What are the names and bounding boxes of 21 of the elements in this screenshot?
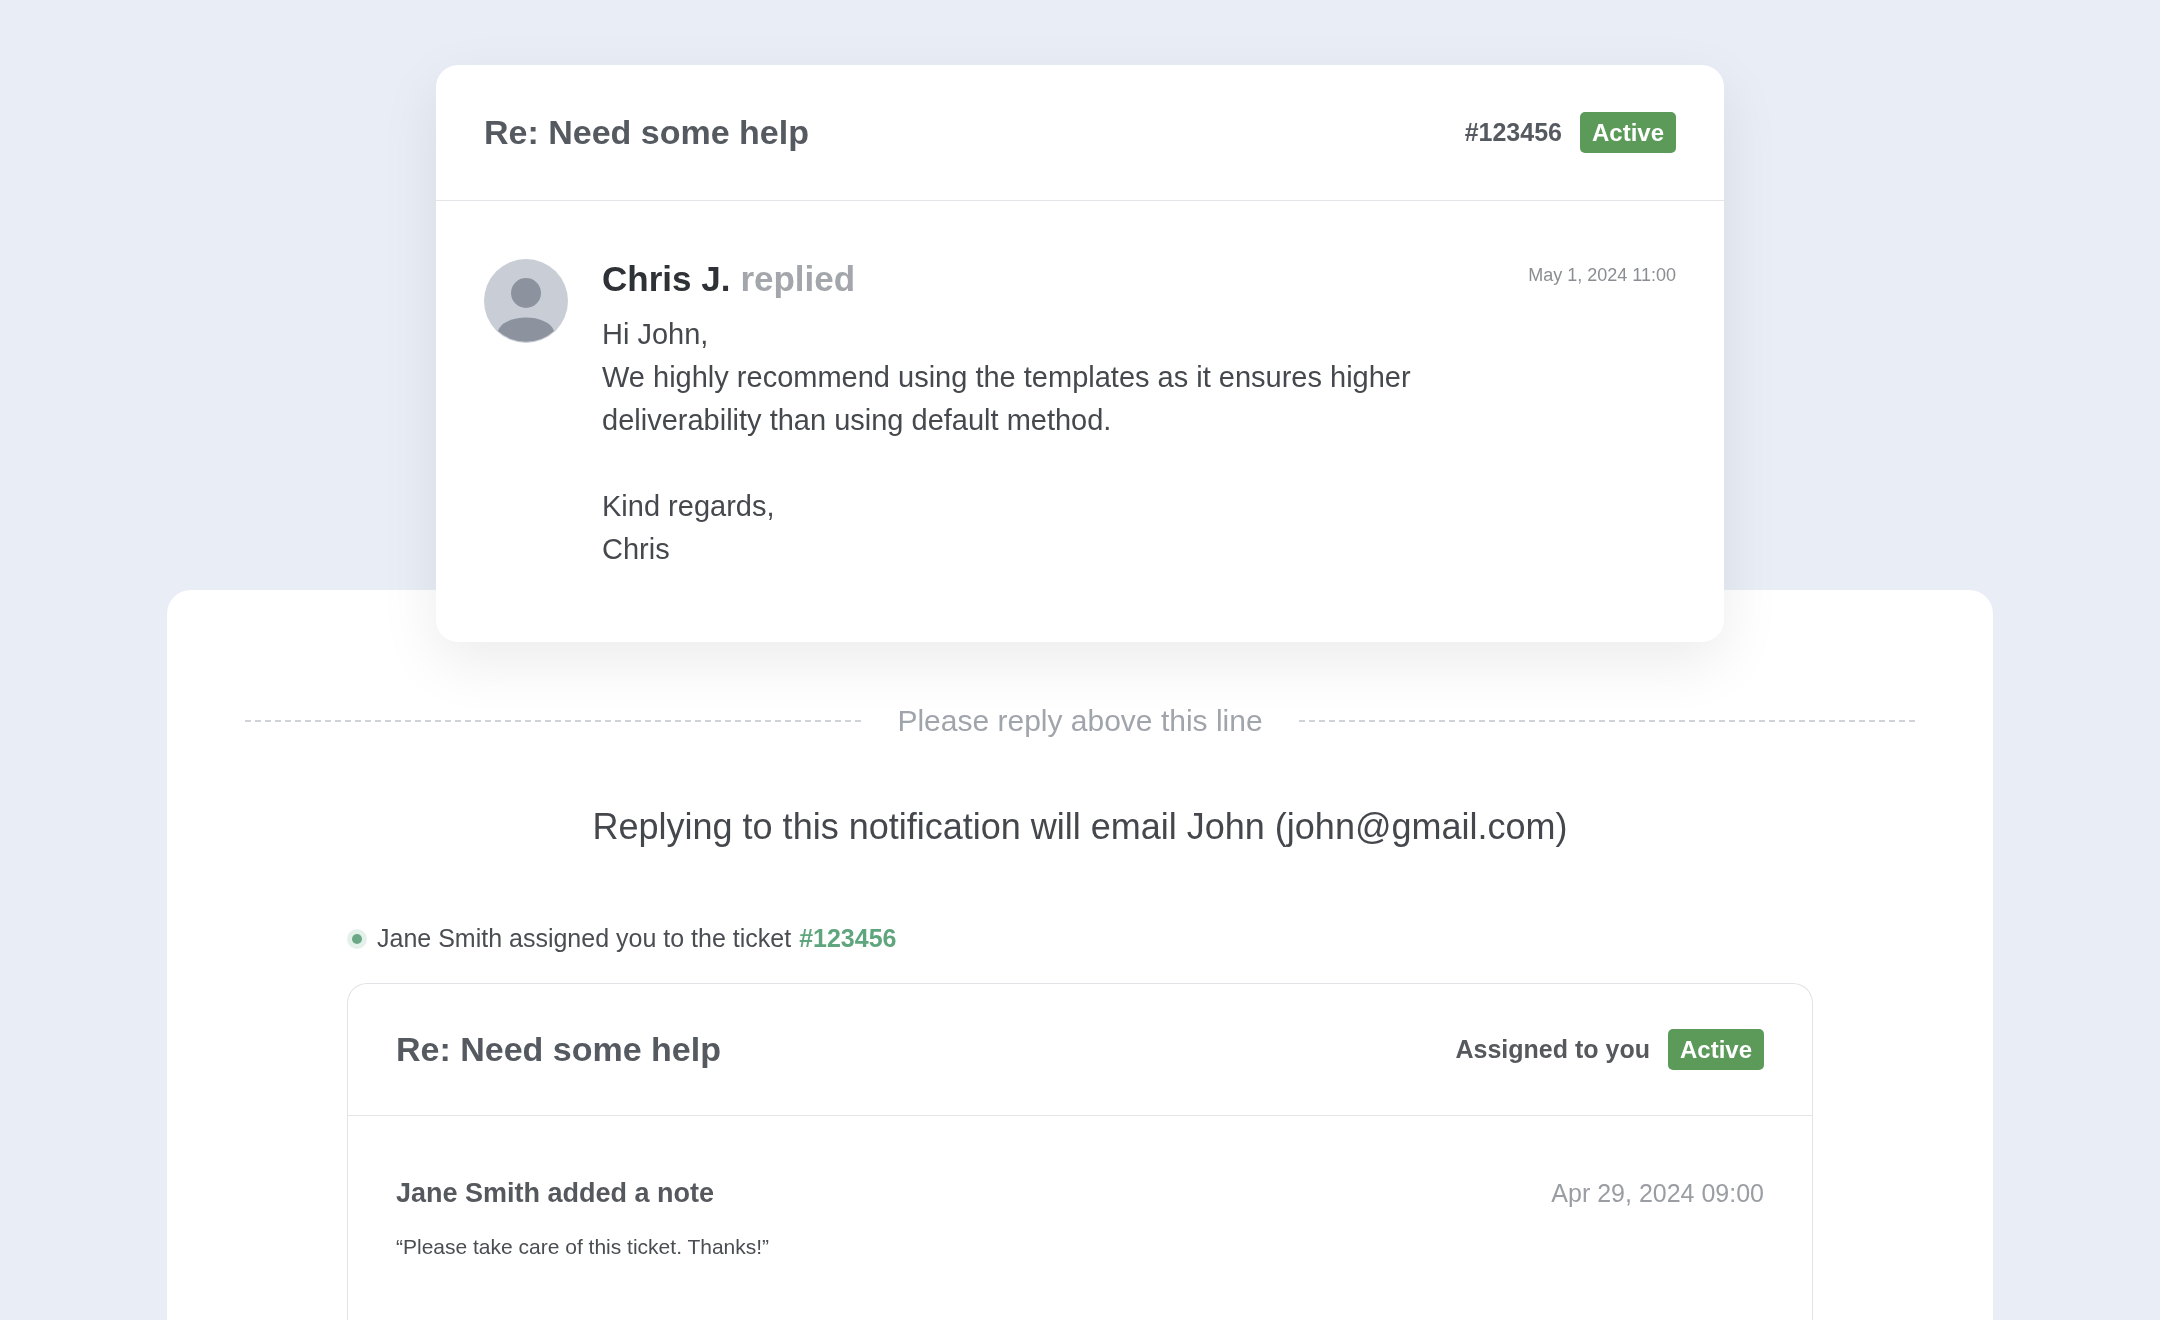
notice-text: Replying to this notification will email John (john@gmail.com): [592, 806, 1568, 848]
ticket-title: Re: Need some help: [396, 1030, 721, 1069]
signature-text: Chris: [602, 532, 671, 567]
reply-action: replied: [740, 259, 856, 298]
ticket-title: Re: Need some help: [484, 113, 809, 152]
note-heading: Jane Smith added a note: [396, 1178, 715, 1209]
note-text: “Please take care of this ticket. Thanks!”: [396, 1235, 771, 1259]
status-badge: Active: [1579, 112, 1676, 153]
ticket-link[interactable]: #123456: [799, 924, 897, 952]
note-timestamp: Apr 29, 2024 09:00: [1551, 1179, 1764, 1208]
message-text: We highly recommend using the templates as it ensures higher deliverability than using default method.: [602, 360, 1412, 438]
timestamp: May 1, 2024 11:00: [1528, 265, 1676, 286]
assignee-label: Assigned to you: [1455, 1035, 1650, 1064]
avatar-silhouette-icon: [484, 259, 568, 343]
reply-divider-text: Please reply above this line: [897, 704, 1263, 738]
author-name: Chris J.: [602, 259, 731, 298]
greeting-text: Hi John,: [602, 317, 710, 352]
ticket-number: #123456: [1464, 118, 1562, 147]
assignment-text: Jane Smith assigned you to the ticket #123456: [377, 924, 897, 953]
signoff-text: Kind regards,: [602, 489, 776, 524]
status-badge: Active: [1667, 1029, 1764, 1070]
